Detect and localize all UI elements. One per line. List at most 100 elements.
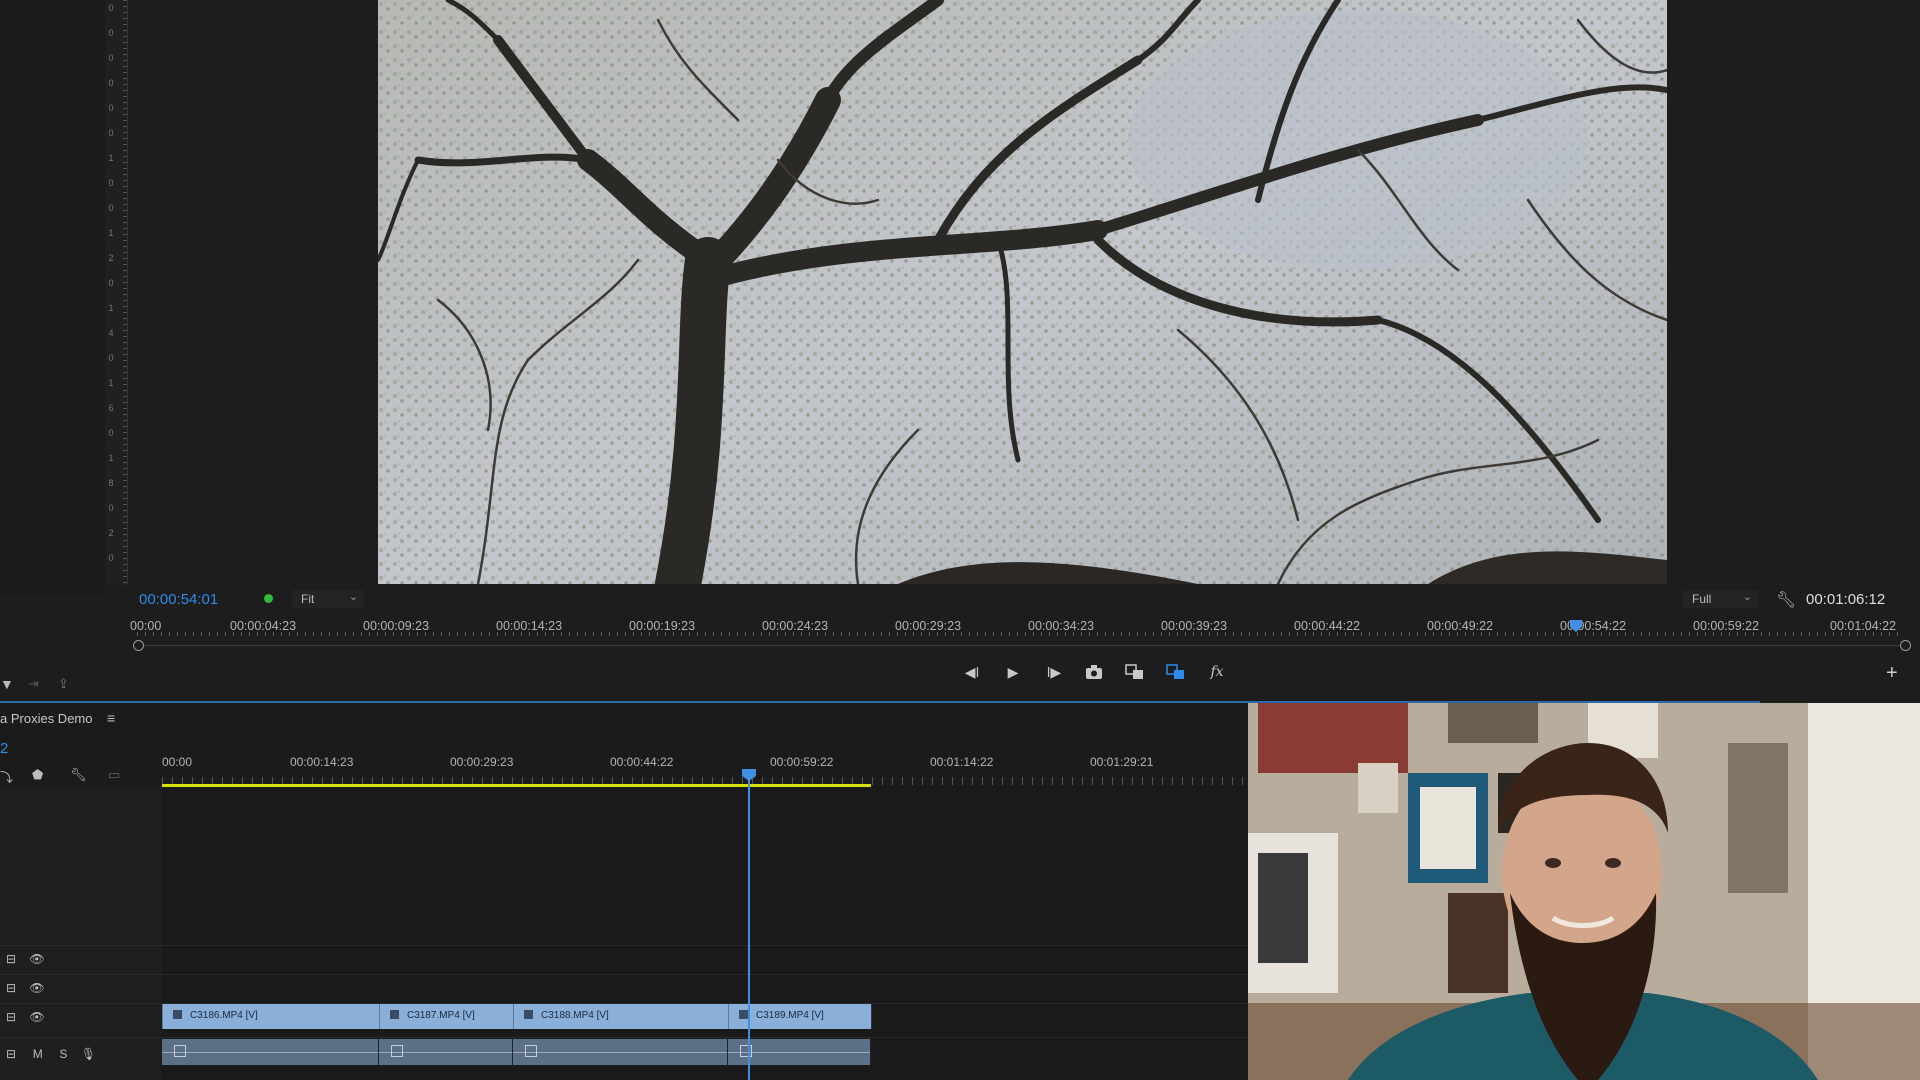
chevron-down-icon: ⌄ [1742,591,1752,603]
timeline-playhead-line[interactable] [748,774,750,1080]
toggle-track-output-icon[interactable]: ⊟ [6,1010,16,1024]
keyframe-icon [740,1045,752,1057]
program-ruler-ticks [137,632,1905,636]
timeline-playhead[interactable] [741,768,757,782]
current-timecode[interactable]: 00:00:54:01 [139,591,218,608]
play-icon[interactable]: ▶︎ [1001,664,1025,681]
ruler-tick-label: 00:01:29:21 [1090,755,1154,769]
insert-icon[interactable]: ⇥ [28,676,39,692]
vertical-ruler-digit: 0 [108,553,114,563]
playback-resolution-value: Full [1692,592,1712,606]
ruler-tick-label: 00:00:59:22 [770,755,834,769]
ruler-tick-label: 00:00:14:23 [496,619,563,633]
microphone-icon[interactable]: 🎙︎ [81,1047,96,1061]
eye-icon[interactable]: 👁︎ [29,981,44,995]
track-controls: ⊟ M S 🎙︎ [6,1047,96,1061]
program-playhead[interactable] [1569,619,1583,633]
ruler-tick-label: 00:00:29:23 [450,755,514,769]
vertical-ruler-digit: 0 [108,53,114,63]
sequence-timecode[interactable]: 2 [0,740,8,757]
audio-clip[interactable] [162,1039,379,1065]
mute-button[interactable]: M [33,1047,43,1061]
playback-resolution-select[interactable]: Full ⌄ [1683,590,1758,608]
video-track-v3[interactable]: ⊟ 👁︎ [0,945,1248,974]
video-clip[interactable]: C3187.MP4 [V] [379,1004,514,1029]
eye-icon[interactable]: 👁︎ [29,1010,44,1024]
export-frame-icon[interactable] [1082,664,1106,683]
clip-name: C3189.MP4 [V] [739,1010,824,1021]
toggle-track-output-icon[interactable]: ⊟ [6,952,16,966]
clip-name: C3188.MP4 [V] [524,1010,609,1021]
comparison-view-icon[interactable] [1123,664,1147,683]
tree-frame-image [378,0,1667,584]
vertical-ruler-digit: 0 [108,103,114,113]
ruler-tick-label: 00:00:44:22 [1294,619,1361,633]
webcam-overlay [1248,703,1920,1080]
ruler-tick-label: 00:00:29:23 [895,619,962,633]
panel-menu-icon[interactable]: ≡ [107,710,115,726]
scroll-handle-right[interactable] [1900,640,1911,651]
ruler-tick-label: 00:00:19:23 [629,619,696,633]
wrench-icon[interactable]: 🔧︎ [70,767,87,783]
vertical-ruler-digit: 1 [108,453,114,463]
vertical-ruler: 0 0 0 0 0 0 1 0 0 1 2 0 1 4 0 1 6 0 1 8 0 2 0 [105,0,128,585]
plus-icon[interactable]: + [1886,662,1898,685]
audio-clip[interactable] [513,1039,728,1065]
presenter-webcam-image [1248,703,1920,1080]
sequence-tab-label[interactable]: a Proxies Demo [0,711,92,726]
track-controls: ⊟ 👁︎ [6,981,45,995]
program-zoom-scrollbar[interactable] [133,640,1911,651]
video-clip[interactable]: C3188.MP4 [V] [513,1004,729,1029]
filter-icon[interactable]: ▼ [0,676,14,692]
ruler-tick-label: 00:00 [162,755,193,769]
vertical-ruler-digit: 0 [108,278,114,288]
vertical-ruler-digit: 2 [108,528,114,538]
fx-button[interactable]: fx [1205,664,1229,680]
toggle-proxies-icon[interactable] [1164,664,1188,683]
track-controls: ⊟ 👁︎ [6,1010,45,1024]
chevron-down-icon: ⌄ [348,591,358,603]
toggle-track-output-icon[interactable]: ⊟ [6,981,16,995]
vertical-ruler-digit: 0 [108,428,114,438]
eye-icon[interactable]: 👁︎ [29,952,44,966]
track-controls: ⊟ 👁︎ [6,952,45,966]
scroll-handle-left[interactable] [133,640,144,651]
vertical-ruler-digit: 1 [108,228,114,238]
vertical-ruler-digit: 0 [108,128,114,138]
captions-icon[interactable]: ▭ [108,767,120,783]
ruler-tick-label: 00:00:14:23 [290,755,354,769]
ruler-tick-label: 00:01:14:22 [930,755,994,769]
video-track-v2[interactable]: ⊟ 👁︎ [0,974,1248,1003]
vertical-ruler-digit: 1 [108,378,114,388]
export-icon[interactable]: ⇪ [58,676,69,692]
add-marker-icon[interactable]: ⬟ [32,767,43,783]
zoom-level-select[interactable]: Fit ⌄ [292,590,364,608]
vertical-ruler-digit: 0 [108,78,114,88]
step-back-icon[interactable]: ◀︎ǀ [960,664,984,681]
program-monitor-video[interactable] [378,0,1667,584]
vertical-ruler-digit: 0 [108,3,114,13]
ruler-tick-label: 00:00 [130,619,162,633]
clip-name: C3186.MP4 [V] [173,1010,258,1021]
ruler-tick-label: 00:00:59:22 [1693,619,1760,633]
video-clip[interactable]: C3186.MP4 [V] [162,1004,380,1029]
vertical-ruler-digit: 1 [108,303,114,313]
settings-wrench-icon[interactable]: 🔧︎ [1776,590,1796,610]
toggle-track-output-icon[interactable]: ⊟ [6,1047,16,1061]
left-panel-background [0,0,105,595]
ruler-tick-label: 00:01:04:22 [1830,619,1897,633]
vertical-ruler-digit: 0 [108,178,114,188]
audio-clip[interactable] [379,1039,513,1065]
ruler-tick-label: 00:00:34:23 [1028,619,1095,633]
step-forward-icon[interactable]: ǀ▶︎ [1042,664,1066,681]
vertical-ruler-digit: 0 [108,353,114,363]
solo-button[interactable]: S [59,1047,67,1061]
vertical-ruler-digit: 0 [108,503,114,513]
vertical-ruler-digit: 1 [108,153,114,163]
vertical-ruler-digit: 0 [108,28,114,38]
status-indicator-dot [264,594,273,603]
snap-icon[interactable]: ⤵ [0,767,13,786]
ruler-tick-label: 00:00:49:22 [1427,619,1494,633]
duration-timecode: 00:01:06:12 [1806,591,1886,608]
vertical-ruler-digit: 0 [108,203,114,213]
